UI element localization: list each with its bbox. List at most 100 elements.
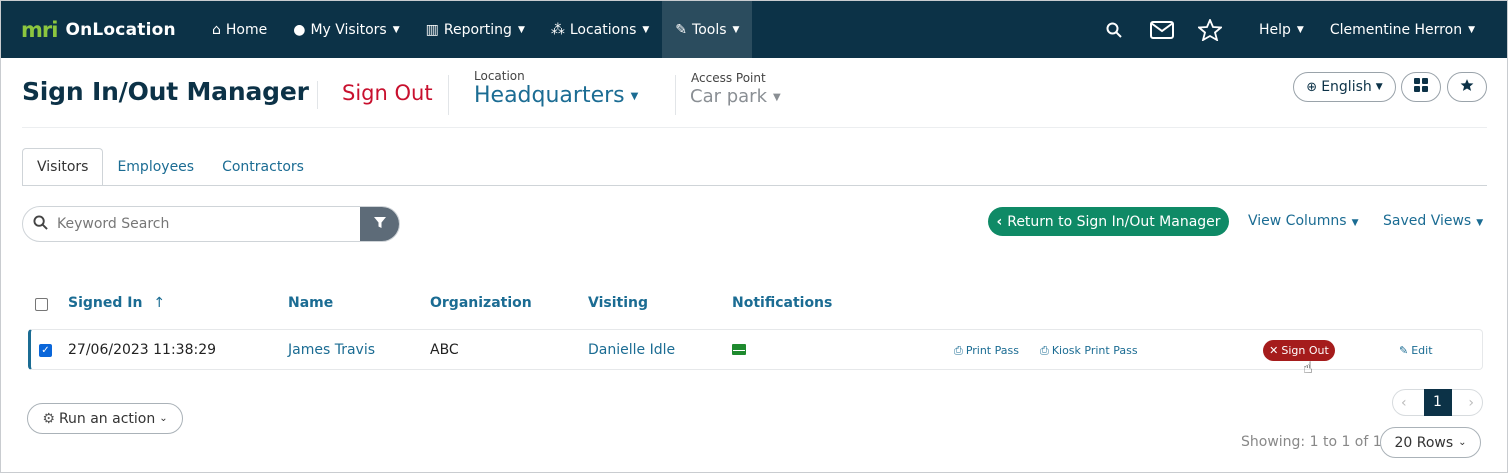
column-organization[interactable]: Organization [430,295,532,311]
logo[interactable]: mri OnLocation [21,18,199,42]
return-button-label: Return to Sign In/Out Manager [1007,213,1221,230]
search-box [22,206,400,242]
prev-page-icon[interactable]: ‹ [1401,395,1407,411]
user-icon: ● [293,21,306,38]
edit-label: Edit [1411,344,1433,357]
close-icon: ✕ [1269,344,1279,357]
nav-tools[interactable]: ✎ Tools ▼ [662,1,753,58]
nav-locations-label: Locations [569,21,637,38]
tab-underline [22,185,1487,186]
wrench-icon: ✎ [675,21,688,38]
print-pass-link[interactable]: ⎙ Print Pass [954,344,1019,358]
search-icon[interactable] [1090,1,1138,58]
column-notifications[interactable]: Notifications [732,295,832,311]
tab-contractors[interactable]: Contractors [208,148,318,186]
chevron-down-icon: ▼ [642,24,650,35]
tab-employees[interactable]: Employees [103,148,208,186]
search-input[interactable] [57,216,357,232]
edit-icon: ✎ [1399,344,1409,357]
chevron-down-icon: ▼ [1476,218,1484,228]
run-action-button[interactable]: ⚙ Run an action ⌄ [27,403,183,434]
column-visiting[interactable]: Visiting [588,295,648,311]
top-nav: mri OnLocation ⌂ Home ● My Visitors ▼ ▥ … [1,1,1507,58]
view-columns-dropdown[interactable]: View Columns ▼ [1248,213,1359,229]
view-columns-label: View Columns [1248,213,1347,229]
network-icon: ⁂ [550,21,565,38]
visitor-name-link[interactable]: James Travis [288,342,375,358]
grid-icon [1414,78,1428,96]
chevron-down-icon: ▼ [732,24,740,35]
location-label: Location [474,69,525,83]
nav-reporting[interactable]: ▥ Reporting ▼ [413,1,538,58]
print-pass-label: Print Pass [965,344,1019,357]
bar-chart-icon: ▥ [425,21,439,38]
printer-icon: ⎙ [1040,344,1049,357]
language-value: English [1321,79,1372,95]
nav-my-visitors[interactable]: ● My Visitors ▼ [280,1,412,58]
brand-name: OnLocation [65,19,176,40]
saved-views-dropdown[interactable]: Saved Views ▼ [1383,213,1483,229]
access-point-dropdown[interactable]: Car park ▼ [690,86,781,107]
column-name[interactable]: Name [288,295,333,311]
row-checkbox[interactable]: ✓ [39,344,52,357]
signed-in-time: 27/06/2023 11:38:29 [68,342,217,358]
edit-link[interactable]: ✎ Edit [1399,344,1433,357]
chevron-down-icon: ▼ [630,90,639,102]
favorite-button[interactable] [1447,72,1487,102]
kiosk-print-pass-link[interactable]: ⎙ Kiosk Print Pass [1040,344,1138,358]
dashboard-button[interactable] [1401,72,1441,102]
filter-icon [373,217,386,233]
organization-value: ABC [430,342,459,358]
sign-out-button[interactable]: ✕ Sign Out [1263,340,1335,361]
sign-out-label: Sign Out [1281,344,1329,357]
page-title: Sign In/Out Manager [22,77,309,106]
gear-icon: ⚙ [42,410,55,427]
visiting-host-link[interactable]: Danielle Idle [588,342,675,358]
mail-icon[interactable] [1138,1,1186,58]
brand-mark: mri [21,17,58,42]
header-divider [22,127,1487,128]
star-icon[interactable] [1186,1,1234,58]
chevron-down-icon: ▼ [1351,218,1359,228]
nav-my-visitors-label: My Visitors [310,21,387,38]
chevron-down-icon: ▼ [773,91,781,103]
showing-count: Showing: 1 to 1 of 1 [1241,434,1382,450]
printer-icon: ⎙ [954,344,963,357]
nav-tools-label: Tools [692,21,727,38]
access-point-value: Car park [690,86,768,107]
home-icon: ⌂ [212,21,221,38]
envelope-icon [732,344,746,355]
nav-home[interactable]: ⌂ Home [199,1,280,58]
chevron-down-icon: ▼ [392,24,400,35]
star-icon [1460,78,1474,96]
column-signed-in[interactable]: Signed In ↑ [68,295,165,311]
nav-locations[interactable]: ⁂ Locations ▼ [538,1,662,58]
language-dropdown[interactable]: ⊕ English ▼ [1293,72,1396,102]
user-menu[interactable]: Clementine Herron ▼ [1317,1,1507,58]
location-dropdown[interactable]: Headquarters ▼ [474,83,638,108]
select-all-checkbox[interactable] [35,298,48,311]
chevron-down-icon: ▼ [1468,24,1475,35]
run-action-label: Run an action [58,410,156,427]
divider [448,75,449,115]
return-button[interactable]: ‹ Return to Sign In/Out Manager [988,207,1229,236]
search-icon [23,214,57,234]
tab-bar: Visitors Employees Contractors [22,148,318,186]
user-name: Clementine Herron [1329,21,1463,38]
rows-per-page-dropdown[interactable]: 20 Rows ⌄ [1380,427,1481,458]
pagination: ‹ 1 › [1392,388,1483,416]
kiosk-print-pass-label: Kiosk Print Pass [1051,344,1138,357]
page-number-button[interactable]: 1 [1423,388,1452,416]
tab-visitors[interactable]: Visitors [22,148,104,186]
nav-home-label: Home [225,21,268,38]
sort-asc-icon: ↑ [153,295,166,311]
nav-help[interactable]: Help ▼ [1246,1,1317,58]
filter-button[interactable] [360,207,399,241]
chevron-down-icon: ▼ [517,24,525,35]
chevron-down-icon: ▼ [1375,82,1383,92]
next-page-icon[interactable]: › [1468,395,1474,411]
nav-help-label: Help [1258,21,1291,38]
access-point-label: Access Point [691,71,766,85]
chevron-down-icon: ⌄ [159,413,168,424]
saved-views-label: Saved Views [1383,213,1472,229]
